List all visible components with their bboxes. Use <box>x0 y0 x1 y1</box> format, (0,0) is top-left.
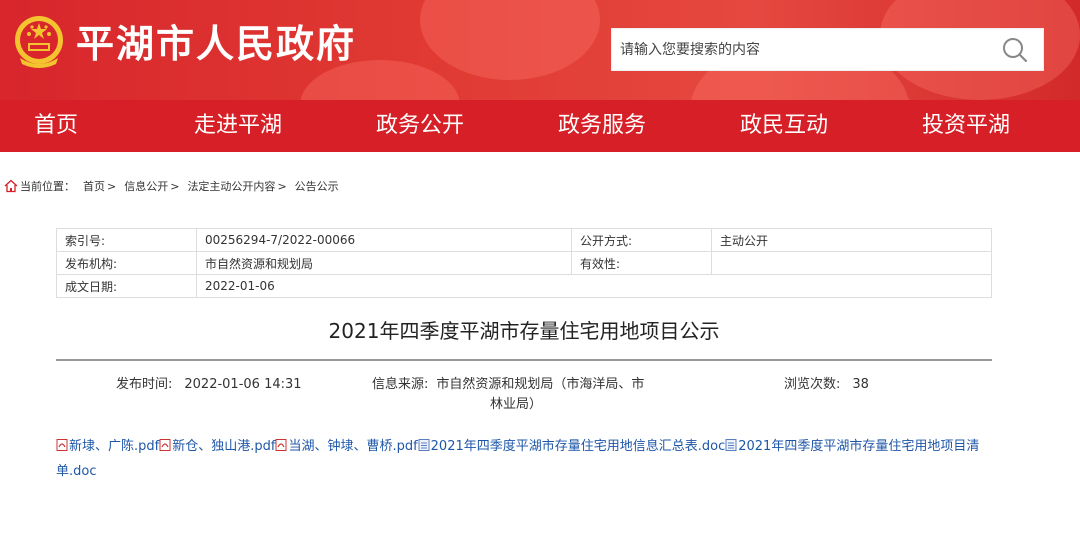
breadcrumb: 当前位置： 首页 > 信息公开 > 法定主动公开内容 > 公告公示 <box>4 178 341 194</box>
site-title[interactable]: 平湖市人民政府 <box>76 20 356 68</box>
home-icon <box>4 179 18 193</box>
publish-time: 发布时间: 2022-01-06 14:31 <box>116 375 302 395</box>
breadcrumb-prefix: 当前位置： <box>20 180 75 193</box>
attachment-link[interactable]: 当湖、钟埭、曹桥.pdf <box>288 439 417 454</box>
search-icon[interactable] <box>1000 35 1030 65</box>
table-row: 索引号: 00256294-7/2022-00066 公开方式: 主动公开 <box>56 228 992 252</box>
info-source: 信息来源: 市自然资源和规划局（市海洋局、市 林业局） <box>372 375 682 415</box>
index-label: 索引号: <box>56 228 197 252</box>
title-divider <box>56 359 992 361</box>
search-input[interactable] <box>620 29 990 70</box>
validity-value <box>711 251 992 275</box>
site-header: 平湖市人民政府 <box>0 0 1080 100</box>
attachment-link[interactable]: 新仓、独山港.pdf <box>172 439 275 454</box>
publish-time-label: 发布时间: <box>116 377 173 392</box>
breadcrumb-item-legal[interactable]: 法定主动公开内容 <box>187 178 275 194</box>
national-emblem-icon <box>15 16 63 68</box>
doc-file-icon <box>418 439 430 451</box>
date-label: 成文日期: <box>56 274 197 298</box>
search-box <box>611 28 1044 71</box>
nav-item-interaction[interactable]: 政民互动 <box>724 100 844 152</box>
attachment-list: 新埭、广陈.pdf 新仓、独山港.pdf 当湖、钟埭、曹桥.pdf 2021年四季度平… <box>56 434 1006 484</box>
breadcrumb-item-home[interactable]: 首页 <box>83 178 105 194</box>
breadcrumb-item-info[interactable]: 信息公开 <box>124 178 168 194</box>
breadcrumb-item-notice[interactable]: 公告公示 <box>295 178 339 194</box>
table-row: 成文日期: 2022-01-06 <box>56 274 992 298</box>
pdf-file-icon <box>159 439 171 451</box>
attachment-link[interactable]: 2021年四季度平湖市存量住宅用地信息汇总表.doc <box>431 439 726 454</box>
breadcrumb-separator: > <box>107 179 117 193</box>
issuer-label: 发布机构: <box>56 251 197 275</box>
info-source-value-line1: 市自然资源和规划局（市海洋局、市 <box>436 377 645 392</box>
doc-file-icon <box>725 439 737 451</box>
attachment-link[interactable]: 新埭、广陈.pdf <box>69 439 159 454</box>
pdf-file-icon <box>56 439 68 451</box>
table-row: 发布机构: 市自然资源和规划局 有效性: <box>56 251 992 275</box>
nav-item-invest[interactable]: 投资平湖 <box>906 100 1026 152</box>
pdf-file-icon <box>275 439 287 451</box>
breadcrumb-separator: > <box>277 179 287 193</box>
index-value: 00256294-7/2022-00066 <box>196 228 572 252</box>
info-source-value-line2: 林业局） <box>490 397 543 412</box>
publish-time-value: 2022-01-06 14:31 <box>184 377 302 392</box>
date-value: 2022-01-06 <box>196 274 992 298</box>
nav-item-gov-info[interactable]: 政务公开 <box>360 100 480 152</box>
nav-item-gov-service[interactable]: 政务服务 <box>542 100 662 152</box>
nav-item-about[interactable]: 走进平湖 <box>178 100 298 152</box>
nav-item-home[interactable]: 首页 <box>0 100 116 152</box>
view-count-label: 浏览次数: <box>784 377 841 392</box>
validity-label: 有效性: <box>571 251 712 275</box>
document-meta-table: 索引号: 00256294-7/2022-00066 公开方式: 主动公开 发布… <box>56 228 992 298</box>
info-source-label: 信息来源: <box>372 377 429 392</box>
view-count: 浏览次数: 38 <box>784 375 869 395</box>
article-title: 2021年四季度平湖市存量住宅用地项目公示 <box>328 319 720 343</box>
view-count-value: 38 <box>852 377 869 392</box>
issuer-value: 市自然资源和规划局 <box>196 251 572 275</box>
breadcrumb-separator: > <box>170 179 180 193</box>
open-mode-label: 公开方式: <box>571 228 712 252</box>
main-nav: 首页 走进平湖 政务公开 政务服务 政民互动 投资平湖 <box>0 100 1080 152</box>
open-mode-value: 主动公开 <box>711 228 992 252</box>
